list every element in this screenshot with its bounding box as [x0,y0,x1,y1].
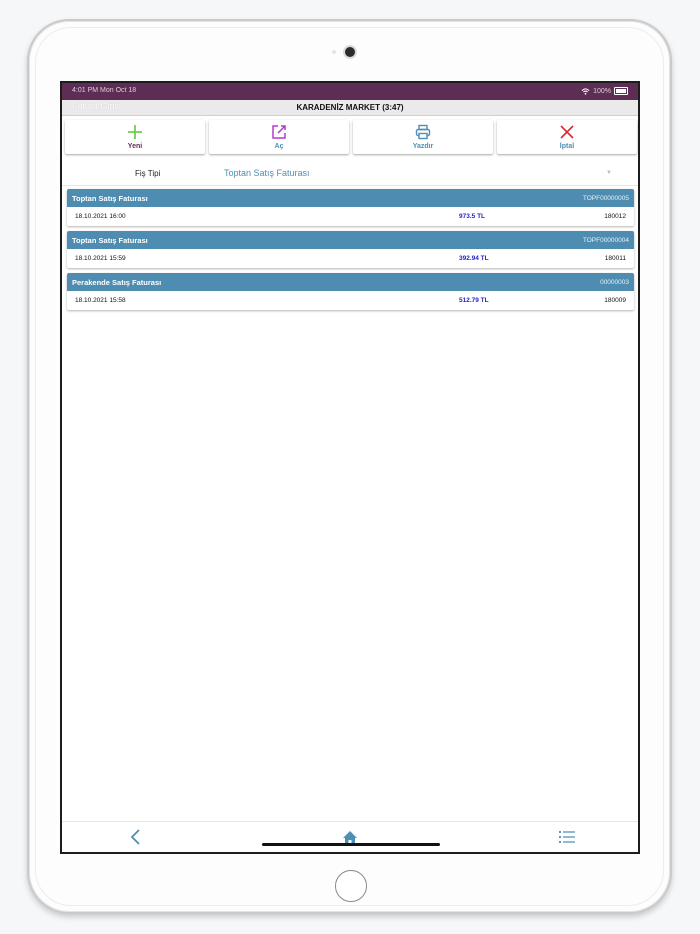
invoice-code: 00000003 [600,279,629,286]
new-button-label: Yeni [127,143,143,150]
open-button[interactable]: Aç [209,120,349,154]
invoice-card-header: Perakende Satış Faturası 00000003 [67,273,634,291]
invoice-amount: 973.5 TL [459,213,486,220]
receipt-type-select[interactable]: Toptan Satış Faturası [224,168,310,178]
invoice-card-header: Toptan Satış Faturası TOPF00000004 [67,231,634,249]
status-time: 4:01 PM Mon Oct 18 [72,87,137,94]
invoice-date: 18.10.2021 15:59 [75,255,126,262]
home-indicator[interactable] [262,843,440,846]
invoice-date: 18.10.2021 15:58 [75,297,126,304]
invoice-card-body: 18.10.2021 16:00 973.5 TL 180012 [67,207,634,226]
battery-percent: 100% [593,87,611,95]
close-icon [560,125,574,139]
chevron-down-icon[interactable]: ▼ [606,170,612,176]
invoice-list: Toptan Satış Faturası TOPF00000005 18.10… [67,189,634,315]
title-bar: Fatura Girişi KARADENİZ MARKET (3:47) [62,100,638,116]
invoice-number: 180012 [604,213,626,220]
invoice-code: TOPF00000005 [582,195,629,202]
invoice-card-body: 18.10.2021 15:59 392.94 TL 180011 [67,249,634,268]
new-button[interactable]: Yeni [65,120,205,154]
invoice-amount: 392.94 TL [459,255,489,262]
bottom-nav [62,821,638,852]
receipt-type-filter: Fiş Tipi Toptan Satış Faturası ▼ [62,163,638,186]
invoice-code: TOPF00000004 [582,237,629,244]
camera-icon [345,47,355,57]
menu-list-icon[interactable] [557,828,577,846]
wifi-icon [581,87,590,95]
open-external-icon [272,125,286,139]
status-bar: 4:01 PM Mon Oct 18 100% [62,83,638,100]
invoice-number: 180011 [604,255,626,262]
home-button[interactable] [335,870,367,902]
invoice-amount: 512.79 TL [459,297,489,304]
invoice-card[interactable]: Toptan Satış Faturası TOPF00000005 18.10… [67,189,634,226]
invoice-card-body: 18.10.2021 15:58 512.79 TL 180009 [67,291,634,310]
toolbar: Yeni Aç Yazdır İptal [65,120,637,154]
receipt-type-label: Fiş Tipi [135,169,161,178]
print-button-label: Yazdır [412,143,434,150]
open-button-label: Aç [274,143,284,150]
invoice-date: 18.10.2021 16:00 [75,213,126,220]
plus-icon [128,125,142,139]
invoice-card[interactable]: Toptan Satış Faturası TOPF00000004 18.10… [67,231,634,268]
invoice-type: Toptan Satış Faturası [72,194,148,203]
cancel-button[interactable]: İptal [497,120,637,154]
back-icon[interactable] [126,828,146,846]
sensor-dot [332,50,336,54]
invoice-type: Toptan Satış Faturası [72,236,148,245]
print-button[interactable]: Yazdır [353,120,493,154]
invoice-card-header: Toptan Satış Faturası TOPF00000005 [67,189,634,207]
battery-icon [614,87,628,95]
invoice-number: 180009 [604,297,626,304]
status-right: 100% [581,87,628,95]
app-screen: 4:01 PM Mon Oct 18 100% Fatura Girişi KA… [60,81,640,854]
printer-icon [415,124,431,140]
cancel-button-label: İptal [559,143,575,150]
page-title: KARADENİZ MARKET (3:47) [296,103,404,112]
invoice-type: Perakende Satış Faturası [72,278,162,287]
invoice-card[interactable]: Perakende Satış Faturası 00000003 18.10.… [67,273,634,310]
